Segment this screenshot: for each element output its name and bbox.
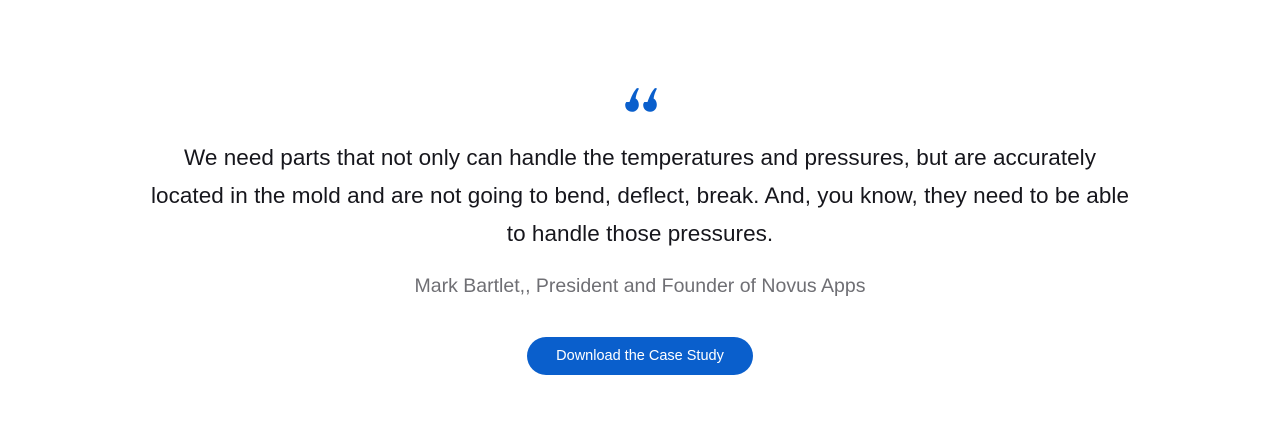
testimonial-quote: We need parts that not only can handle t… (150, 145, 1130, 246)
testimonial-section: We need parts that not only can handle t… (0, 0, 1280, 434)
download-case-study-button[interactable]: Download the Case Study (527, 337, 753, 375)
quote-icon (622, 88, 658, 118)
testimonial-attribution: Mark Bartlet,, President and Founder of … (414, 275, 866, 297)
